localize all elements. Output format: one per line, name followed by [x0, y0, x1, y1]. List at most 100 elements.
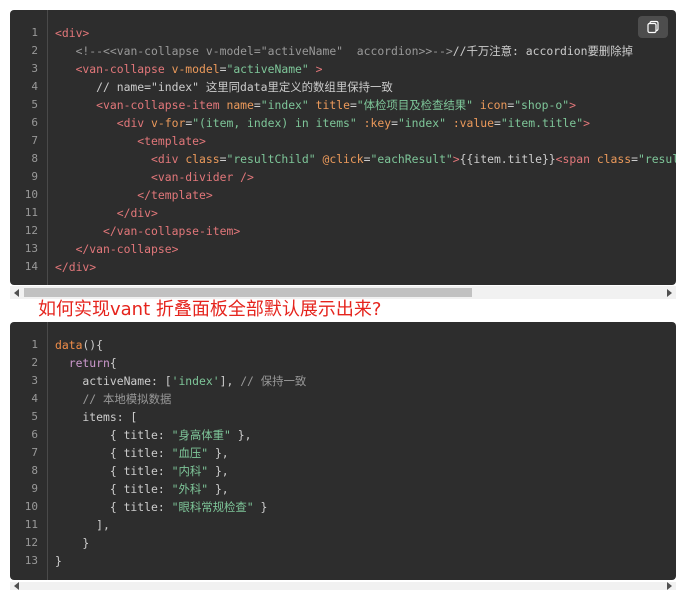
code-text: items: [ [55, 408, 137, 426]
code-token: }, [208, 482, 229, 496]
line-number: 3 [31, 374, 38, 387]
code-token: > [569, 98, 576, 112]
line-number: 11 [24, 206, 38, 219]
code-text: { title: "内科" }, [55, 462, 229, 480]
code-token: v-for [151, 116, 186, 130]
code-text: </div> [55, 258, 96, 276]
line-number: 9 [31, 482, 38, 495]
code-line: 12 </van-collapse-item> [10, 222, 676, 240]
scroll-right-arrow-icon[interactable] [667, 582, 672, 590]
question-heading: 如何实现vant 折叠面板全部默认展示出来? [38, 299, 382, 320]
code-block-template[interactable]: 1 <div> 2 <!--<<van-collapse v-model="acti… [10, 10, 676, 285]
code-line: 5 <van-collapse-item name="index" title=… [10, 96, 676, 114]
code-token: 'index' [171, 374, 220, 388]
scroll-left-arrow-icon[interactable] [14, 582, 19, 590]
code-token: ], [219, 374, 241, 388]
code-text: </van-collapse> [55, 240, 179, 258]
code-token: "血压" [171, 446, 209, 460]
code-token: title [315, 98, 350, 112]
code-token: "resultChild" [226, 152, 316, 166]
code-token: > [452, 152, 460, 166]
code-line: 10 { title: "眼科常规检查" } [10, 498, 676, 516]
code-token: items: [ [55, 410, 138, 424]
code-token: <van-collapse-item [96, 98, 220, 112]
scroll-right-arrow-icon[interactable] [667, 289, 672, 297]
code-line: 7 { title: "血压" }, [10, 444, 676, 462]
code-token: > [583, 116, 590, 130]
line-number: 6 [31, 116, 38, 129]
line-number: 13 [24, 242, 38, 255]
code-token: icon [479, 98, 508, 112]
code-token: ], [55, 518, 110, 532]
code-token: "外科" [171, 482, 209, 496]
code-token: { title: [55, 428, 172, 442]
code-token: // 本地模拟数据 [82, 392, 172, 406]
code-token: {{item.title}} [459, 152, 556, 166]
code-line: 12 } [10, 534, 676, 552]
code-text: } [55, 552, 62, 570]
code-token: data [55, 338, 83, 352]
scroll-left-arrow-icon[interactable] [14, 289, 19, 297]
line-number: 2 [31, 44, 38, 57]
code-text: </van-collapse-item> [55, 222, 240, 240]
code-token: "result_c [637, 152, 676, 166]
code-text: <van-collapse-item name="index" title="体… [55, 96, 576, 114]
code-line: 3 activeName: ['index'], // 保持一致 [10, 372, 676, 390]
code-block-data[interactable]: 1 data(){2 return{3 activeName: ['index']… [10, 322, 676, 580]
code-token: //千万注意: accordion要删除掉 [452, 44, 634, 58]
code-text: { title: "身高体重" }, [55, 426, 252, 444]
code-token: { title: [55, 482, 172, 496]
line-number: 4 [31, 392, 38, 405]
code-token: { title: [55, 464, 172, 478]
code-text: </div> [55, 204, 158, 222]
code-token: /> [240, 170, 254, 184]
code-token: <van-divider [151, 170, 234, 184]
code-text: <van-divider /> [55, 168, 254, 186]
code-token: "身高体重" [171, 428, 231, 442]
code-token: activeName: [ [55, 374, 172, 388]
code-token: </div> [116, 206, 158, 220]
code-token: } [253, 500, 268, 514]
code-line: 5 items: [ [10, 408, 676, 426]
code-line: 4 // name="index" 这里同data里定义的数组里保持一致 [10, 78, 676, 96]
code-token: return [68, 356, 110, 370]
code-token: <div [151, 152, 179, 166]
code-token: "activeName" [226, 62, 309, 76]
code-text: { title: "眼科常规检查" } [55, 498, 268, 516]
code-lines: 1 data(){2 return{3 activeName: ['index']… [10, 336, 676, 570]
horizontal-scrollbar[interactable] [10, 582, 676, 590]
code-text: ], [55, 516, 110, 534]
copy-button[interactable] [638, 16, 668, 38]
line-number: 12 [24, 536, 38, 549]
code-text: } [55, 534, 89, 552]
line-number: 12 [24, 224, 38, 237]
code-text: data(){ [55, 336, 103, 354]
line-number: 8 [31, 464, 38, 477]
code-token: }, [230, 428, 252, 442]
code-text: <div class="resultChild" @click="eachRes… [55, 150, 676, 168]
code-line: 1 <div> [10, 24, 676, 42]
code-line: 9 <van-divider /> [10, 168, 676, 186]
line-number: 1 [31, 338, 38, 351]
code-text: <template> [55, 132, 206, 150]
code-text: { title: "外科" }, [55, 480, 229, 498]
code-token: = [391, 116, 398, 130]
code-token: class [185, 152, 220, 166]
code-line: 11 </div> [10, 204, 676, 222]
code-token: { title: [55, 500, 172, 514]
code-line: 10 </template> [10, 186, 676, 204]
code-line: 4 // 本地模拟数据 [10, 390, 676, 408]
code-token: "shop-o" [514, 98, 570, 112]
code-token: "index" [397, 116, 446, 130]
code-token: :value [452, 116, 494, 130]
